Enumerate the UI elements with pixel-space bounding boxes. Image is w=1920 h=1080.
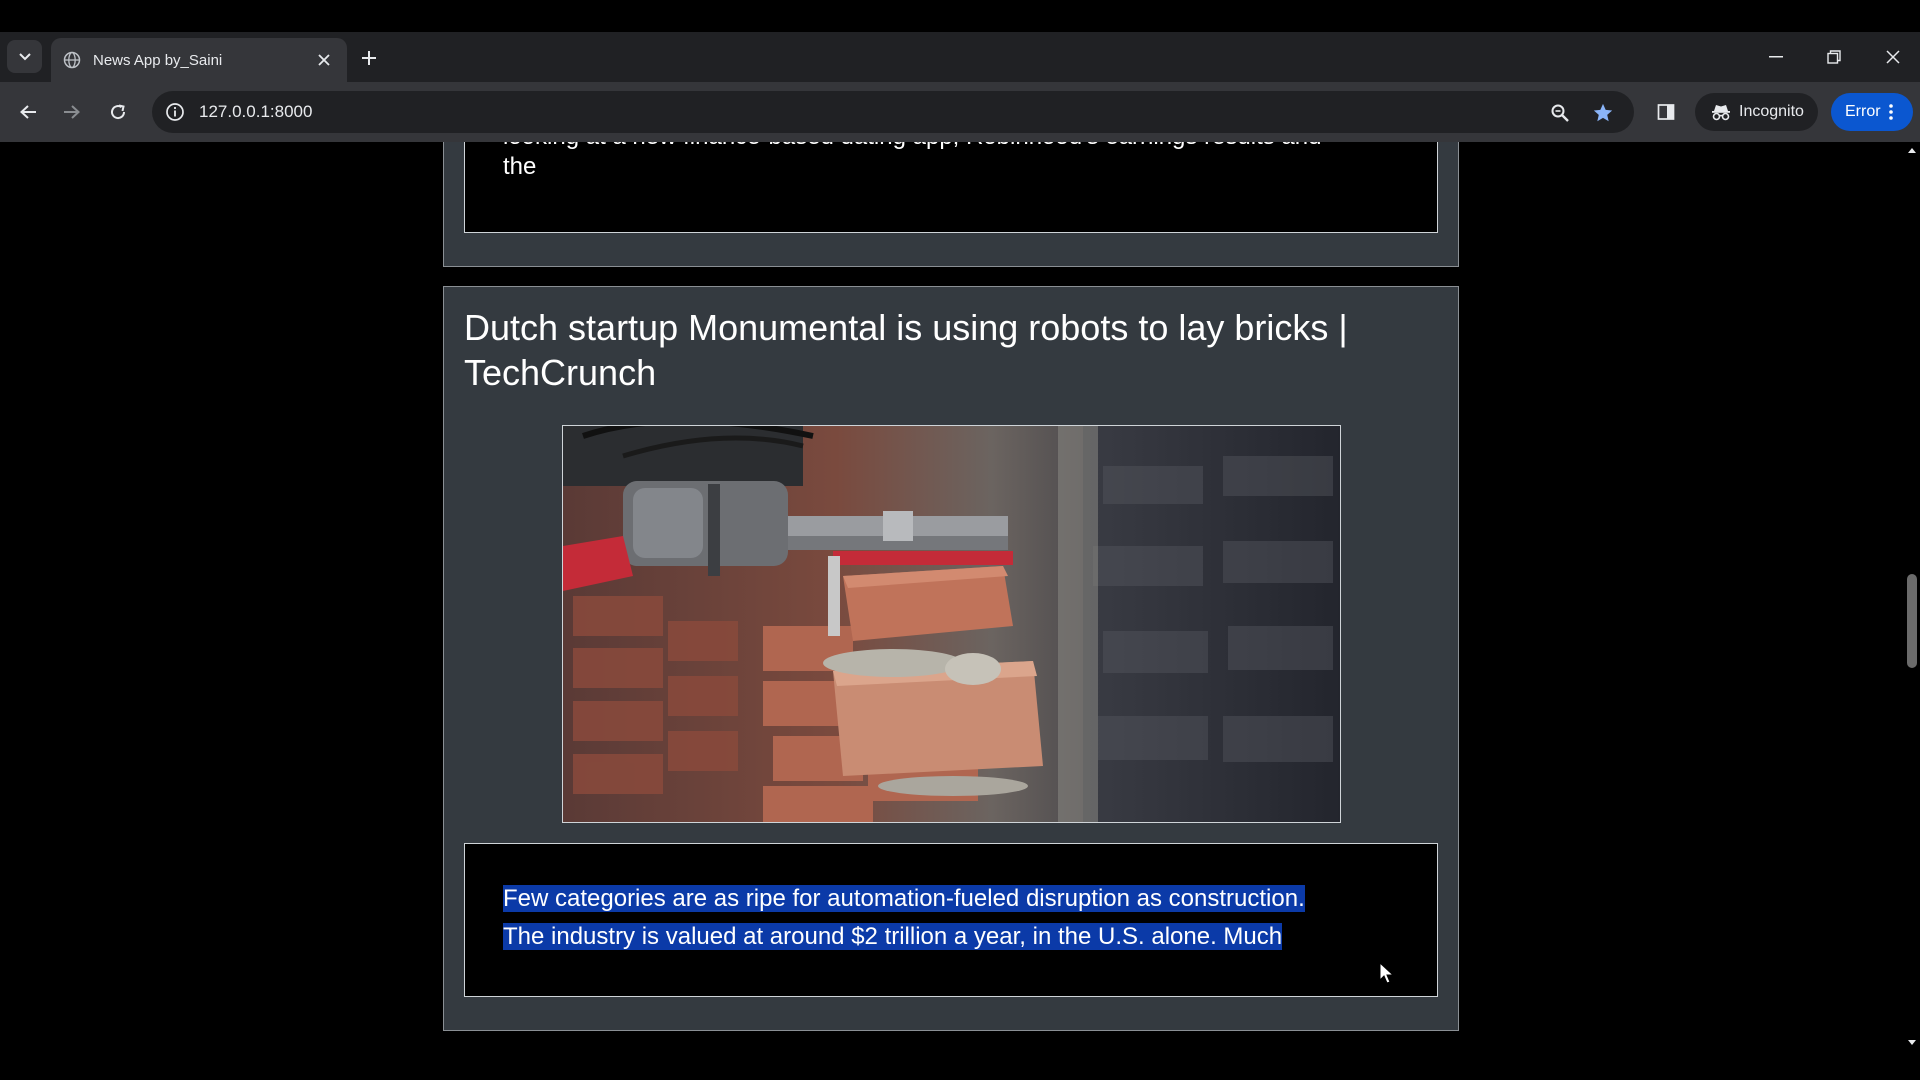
reload-icon [111,104,126,120]
more-vert-icon [1888,104,1893,120]
minimize-icon [1769,56,1783,58]
scroll-down-icon[interactable] [1907,1038,1917,1048]
info-icon[interactable] [164,101,186,123]
zoom-icon[interactable] [1547,100,1573,126]
description-line-2: The industry is valued at around $2 tril… [503,923,1283,950]
restore-icon [1827,50,1841,64]
scroll-up-icon[interactable] [1907,145,1917,155]
description-line-1: Few categories are as ripe for automatio… [503,885,1305,912]
close-icon [318,54,330,66]
tab-search-button[interactable] [7,40,42,73]
page-viewport: looking at a new finance-based dating ap… [0,142,1920,1080]
address-bar[interactable]: 127.0.0.1:8000 [152,91,1634,133]
incognito-icon [1712,105,1730,121]
scroll-thumb[interactable] [1907,574,1917,668]
incognito-indicator[interactable]: Incognito [1695,93,1818,131]
reload-button[interactable] [102,96,134,128]
title-strip [0,0,1920,32]
incognito-label: Incognito [1739,103,1804,120]
new-tab-button[interactable] [354,43,384,73]
article-title[interactable]: Dutch startup Monumental is using robots… [464,305,1424,395]
side-panel-button[interactable] [1650,96,1682,128]
tab-bar: News App by_Saini [0,32,1920,82]
star-icon[interactable] [1590,100,1616,126]
forward-button[interactable] [56,96,88,128]
description-previous-end: the [503,153,537,180]
description-box-previous: looking at a new finance-based dating ap… [464,142,1438,233]
tab-close-button[interactable] [311,47,337,73]
tab-title: News App by_Saini [93,51,223,69]
plus-icon [362,51,376,65]
back-button[interactable] [12,96,44,128]
error-menu-button[interactable]: Error [1831,93,1913,131]
side-panel-icon [1657,104,1675,120]
arrow-right-icon [64,105,80,119]
article-image [562,425,1341,823]
news-card: Dutch startup Monumental is using robots… [443,286,1459,1031]
browser-toolbar: 127.0.0.1:8000 Incognito Error [0,82,1920,142]
close-window-button[interactable] [1871,41,1915,73]
description-box: Few categories are as ripe for automatio… [464,843,1438,997]
description-previous-partial: looking at a new finance-based dating ap… [503,142,1423,156]
globe-icon [63,51,81,69]
chevron-down-icon [18,52,31,60]
close-icon [1886,50,1900,64]
arrow-left-icon [20,105,36,119]
error-label: Error [1845,103,1881,120]
page-scrollbar[interactable] [1904,142,1920,1052]
minimize-button[interactable] [1754,41,1798,73]
news-card-previous: looking at a new finance-based dating ap… [443,142,1459,267]
article-description[interactable]: Few categories are as ripe for automatio… [503,880,1403,956]
restore-button[interactable] [1812,41,1856,73]
mouse-cursor-icon [1379,962,1395,984]
tab-active[interactable]: News App by_Saini [51,38,347,82]
url-text: 127.0.0.1:8000 [199,102,313,121]
